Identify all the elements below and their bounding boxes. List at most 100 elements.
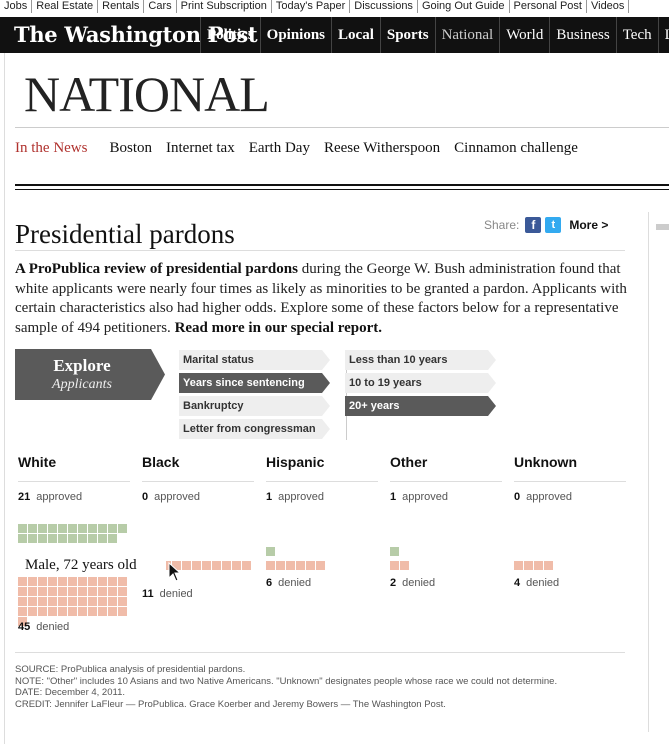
denied-square[interactable] <box>38 577 47 586</box>
denied-square[interactable] <box>98 577 107 586</box>
more-share-button[interactable]: More > <box>569 218 608 232</box>
nav-lifestyle[interactable]: Lifestyle <box>657 17 669 53</box>
sub-nav-internet-tax[interactable]: Internet tax <box>166 140 235 156</box>
denied-square[interactable] <box>48 587 57 596</box>
approved-square[interactable] <box>38 524 47 533</box>
util-link-personal-post[interactable]: Personal Post <box>510 0 587 13</box>
denied-square[interactable] <box>78 597 87 606</box>
denied-square[interactable] <box>48 597 57 606</box>
denied-square[interactable] <box>390 561 399 570</box>
denied-square[interactable] <box>88 597 97 606</box>
denied-square[interactable] <box>68 577 77 586</box>
denied-square[interactable] <box>88 577 97 586</box>
factor-years-since-sentencing[interactable]: Years since sentencing <box>179 373 330 393</box>
denied-square[interactable] <box>242 561 251 570</box>
denied-square[interactable] <box>534 561 543 570</box>
util-link-discussions[interactable]: Discussions <box>350 0 418 13</box>
approved-square[interactable] <box>38 534 47 543</box>
denied-square[interactable] <box>400 561 409 570</box>
denied-square[interactable] <box>118 597 127 606</box>
denied-square[interactable] <box>78 577 87 586</box>
approved-square[interactable] <box>58 534 67 543</box>
denied-square[interactable] <box>202 561 211 570</box>
denied-square[interactable] <box>88 587 97 596</box>
approved-square[interactable] <box>118 524 127 533</box>
denied-square[interactable] <box>316 561 325 570</box>
nav-world[interactable]: World <box>499 17 549 53</box>
nav-politics[interactable]: Politics <box>200 17 260 53</box>
denied-square[interactable] <box>68 597 77 606</box>
denied-square[interactable] <box>58 587 67 596</box>
denied-square[interactable] <box>28 607 37 616</box>
denied-square[interactable] <box>48 577 57 586</box>
denied-square[interactable] <box>88 607 97 616</box>
denied-square[interactable] <box>98 587 107 596</box>
denied-square[interactable] <box>192 561 201 570</box>
denied-square[interactable] <box>296 561 305 570</box>
approved-square[interactable] <box>266 547 275 556</box>
approved-square[interactable] <box>48 534 57 543</box>
approved-square[interactable] <box>48 524 57 533</box>
denied-square[interactable] <box>18 597 27 606</box>
option-20-plus-years[interactable]: 20+ years <box>345 396 496 416</box>
special-report-link[interactable]: Read more in our special report. <box>175 320 382 336</box>
denied-square[interactable] <box>28 587 37 596</box>
denied-square[interactable] <box>514 561 523 570</box>
denied-square[interactable] <box>306 561 315 570</box>
approved-square[interactable] <box>58 524 67 533</box>
util-link-jobs[interactable]: Jobs <box>0 0 33 13</box>
denied-square[interactable] <box>58 597 67 606</box>
denied-square[interactable] <box>98 597 107 606</box>
sub-nav-reese-witherspoon[interactable]: Reese Witherspoon <box>324 140 440 156</box>
factor-marital-status[interactable]: Marital status <box>179 350 330 370</box>
denied-square[interactable] <box>58 577 67 586</box>
approved-square[interactable] <box>108 534 117 543</box>
denied-square[interactable] <box>232 561 241 570</box>
util-link-videos[interactable]: Videos <box>587 0 630 13</box>
denied-square[interactable] <box>58 607 67 616</box>
util-link-going-out-guide[interactable]: Going Out Guide <box>418 0 510 13</box>
denied-square[interactable] <box>276 561 285 570</box>
util-link-cars[interactable]: Cars <box>144 0 177 13</box>
twitter-icon[interactable]: t <box>545 217 562 233</box>
approved-square[interactable] <box>88 524 97 533</box>
denied-square[interactable] <box>18 577 27 586</box>
factor-letter-from-congressman[interactable]: Letter from congressman <box>179 419 330 439</box>
sidebar-tab[interactable] <box>656 224 669 230</box>
denied-square[interactable] <box>108 577 117 586</box>
nav-sports[interactable]: Sports <box>379 17 435 53</box>
denied-square[interactable] <box>108 587 117 596</box>
denied-square[interactable] <box>38 587 47 596</box>
denied-square[interactable] <box>78 607 87 616</box>
approved-square[interactable] <box>18 534 27 543</box>
denied-square[interactable] <box>212 561 221 570</box>
denied-square[interactable] <box>118 607 127 616</box>
denied-square[interactable] <box>266 561 275 570</box>
denied-square[interactable] <box>222 561 231 570</box>
option-less-than-10-years[interactable]: Less than 10 years <box>345 350 496 370</box>
approved-square[interactable] <box>28 534 37 543</box>
factor-bankruptcy[interactable]: Bankruptcy <box>179 396 330 416</box>
nav-business[interactable]: Business <box>549 17 615 53</box>
approved-square[interactable] <box>18 524 27 533</box>
nav-national[interactable]: National <box>434 17 500 53</box>
option-10-to-19-years[interactable]: 10 to 19 years <box>345 373 496 393</box>
sub-nav-boston[interactable]: Boston <box>109 140 152 156</box>
approved-square[interactable] <box>68 524 77 533</box>
denied-square[interactable] <box>68 607 77 616</box>
approved-square[interactable] <box>98 534 107 543</box>
denied-square[interactable] <box>78 587 87 596</box>
sub-nav-earth-day[interactable]: Earth Day <box>249 140 310 156</box>
denied-square[interactable] <box>18 587 27 596</box>
denied-square[interactable] <box>544 561 553 570</box>
denied-square[interactable] <box>38 607 47 616</box>
denied-square[interactable] <box>182 561 191 570</box>
denied-square[interactable] <box>18 607 27 616</box>
facebook-icon[interactable]: f <box>525 217 542 233</box>
denied-square[interactable] <box>48 607 57 616</box>
denied-square[interactable] <box>28 577 37 586</box>
denied-square[interactable] <box>108 597 117 606</box>
util-link-todays-paper[interactable]: Today's Paper <box>272 0 351 13</box>
nav-opinions[interactable]: Opinions <box>259 17 331 53</box>
approved-square[interactable] <box>390 547 399 556</box>
